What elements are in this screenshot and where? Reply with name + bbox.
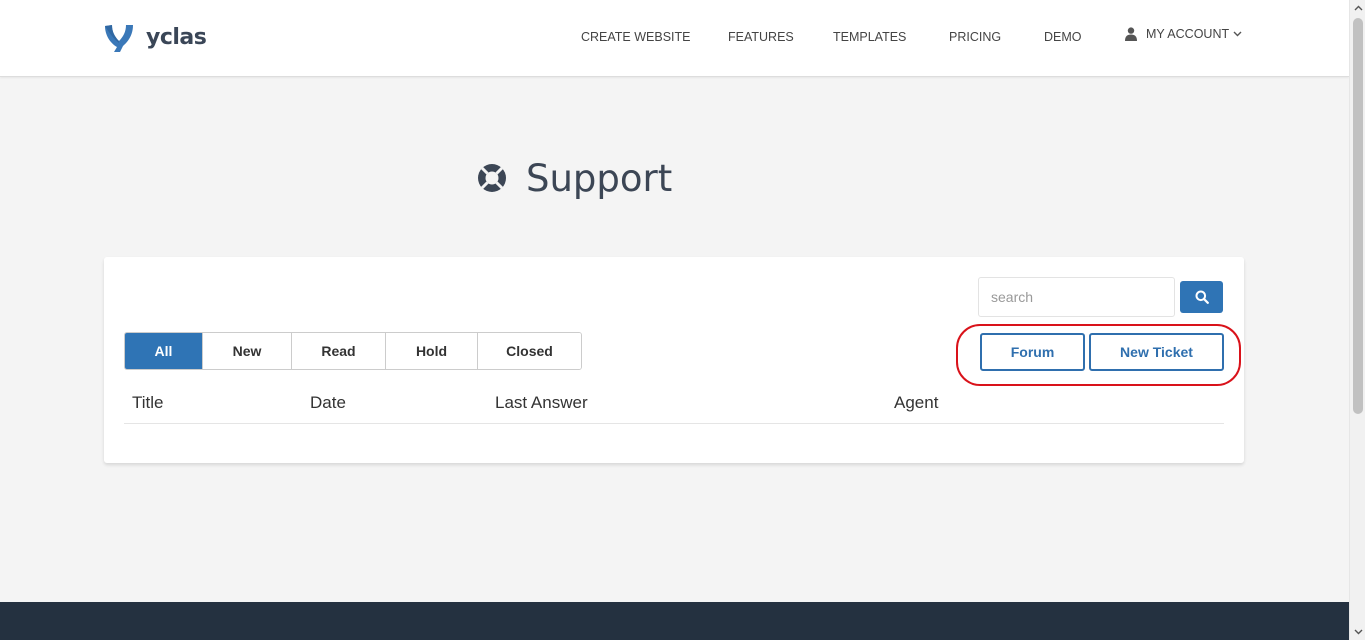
- main-nav: CREATE WEBSITE FEATURES TEMPLATES PRICIN…: [0, 25, 1349, 48]
- new-ticket-button[interactable]: New Ticket: [1089, 333, 1224, 371]
- column-agent: Agent: [894, 393, 939, 412]
- my-account-label: MY ACCOUNT: [1146, 27, 1230, 41]
- nav-create-website[interactable]: CREATE WEBSITE: [581, 28, 691, 46]
- nav-demo[interactable]: DEMO: [1044, 28, 1082, 46]
- column-title: Title: [132, 393, 164, 412]
- chevron-up-icon: [1354, 5, 1362, 11]
- column-last-answer: Last Answer: [495, 393, 588, 412]
- scroll-thumb[interactable]: [1353, 18, 1363, 414]
- top-navbar: yclas CREATE WEBSITE FEATURES TEMPLATES …: [0, 0, 1349, 77]
- status-filter-group: All New Read Hold Closed: [124, 332, 582, 370]
- page-heading: Support: [526, 156, 673, 200]
- filter-hold-button[interactable]: Hold: [386, 333, 478, 369]
- column-date: Date: [310, 393, 346, 412]
- page-footer: [0, 602, 1349, 640]
- nav-features[interactable]: FEATURES: [728, 28, 794, 46]
- search-icon: [1195, 290, 1209, 304]
- tickets-panel: All New Read Hold Closed Forum New Ticke…: [104, 257, 1244, 463]
- filter-all-button[interactable]: All: [125, 333, 203, 369]
- search-button[interactable]: [1180, 281, 1223, 313]
- filter-new-button[interactable]: New: [203, 333, 292, 369]
- scroll-down-button[interactable]: [1350, 624, 1365, 640]
- page-title: Support: [476, 154, 672, 202]
- filter-read-button[interactable]: Read: [292, 333, 386, 369]
- user-icon: [1125, 27, 1137, 41]
- vertical-scrollbar[interactable]: [1349, 0, 1365, 640]
- nav-my-account[interactable]: MY ACCOUNT: [1125, 25, 1242, 43]
- forum-button[interactable]: Forum: [980, 333, 1085, 371]
- lifebuoy-icon: [478, 164, 506, 192]
- tickets-table-header: Title Date Last Answer Agent: [124, 387, 1224, 424]
- chevron-down-icon: [1233, 31, 1242, 37]
- scroll-up-button[interactable]: [1350, 0, 1365, 16]
- chevron-down-icon: [1354, 629, 1362, 635]
- filter-closed-button[interactable]: Closed: [478, 333, 581, 369]
- nav-templates[interactable]: TEMPLATES: [833, 28, 906, 46]
- nav-pricing[interactable]: PRICING: [949, 28, 1001, 46]
- search-input[interactable]: [978, 277, 1175, 317]
